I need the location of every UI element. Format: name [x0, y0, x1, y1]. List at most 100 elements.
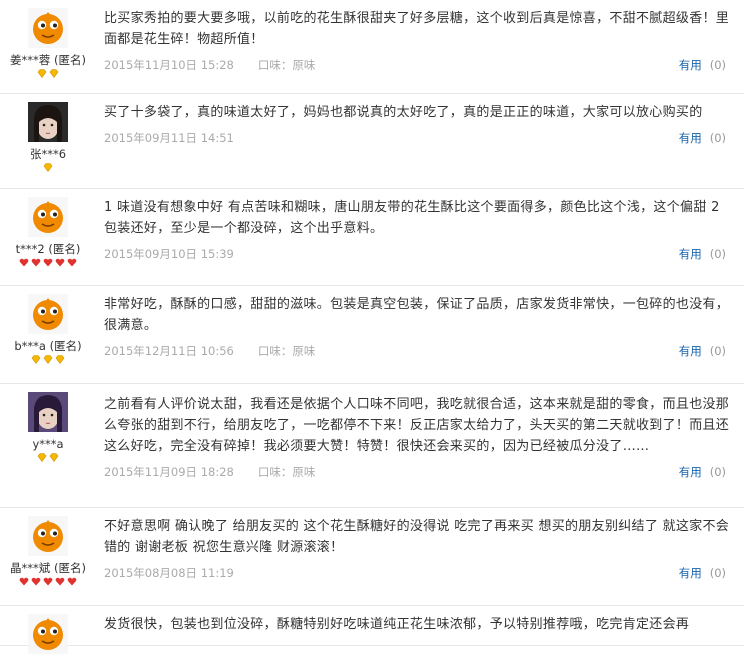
useful-count: (0): [709, 344, 726, 358]
review-date: 2015年11月10日 15:28: [104, 58, 234, 72]
review-content: 发货很快，包装也到位没碎，酥糖特别好吃味道纯正花生味浓郁，予以特别推荐哦，吃完肯…: [104, 614, 732, 635]
useful-count: (0): [709, 58, 726, 72]
avatar: [0, 392, 96, 432]
reviewer-level: [0, 659, 96, 669]
review-item: b***a (匿名) 非常好吃，酥酥的口感，甜甜的滋味。包装是真空包装，保证了品质…: [0, 286, 744, 384]
avatar: [0, 8, 96, 48]
reviewer-info: 晶***斌 (匿名): [0, 516, 96, 587]
review-item: 发货很快，包装也到位没碎，酥糖特别好吃味道纯正花生味浓郁，予以特别推荐哦，吃完肯…: [0, 606, 744, 654]
reviewer-level: [0, 163, 96, 173]
reviewer-name: 张***6: [29, 147, 67, 161]
useful-vote[interactable]: 有用 (0): [679, 464, 726, 480]
reviewer-level: [0, 453, 96, 463]
gold-diamond-icon: [49, 453, 59, 463]
gold-diamond-icon: [37, 453, 47, 463]
useful-button[interactable]: 有用: [679, 566, 702, 580]
review-flavor: 口味：原味: [257, 58, 316, 72]
useful-vote[interactable]: 有用 (0): [679, 343, 726, 359]
reviewer-info: 姜***蓉 (匿名): [0, 8, 96, 79]
review-date: 2015年09月10日 15:39: [104, 247, 234, 261]
review-date: 2015年12月11日 10:56: [104, 344, 234, 358]
gold-diamond-icon: [43, 355, 53, 365]
review-date: 2015年11月09日 18:28: [104, 465, 234, 479]
avatar: [0, 294, 96, 334]
reviewer-info: t***2 (匿名): [0, 197, 96, 268]
red-heart-icon: [67, 258, 77, 267]
useful-count: (0): [709, 465, 726, 479]
avatar: [0, 102, 96, 142]
review-item: 张***6 买了十多袋了，真的味道太好了，妈妈也都说真的太好吃了，真的是正正的味道…: [0, 94, 744, 189]
review-meta: 2015年08月08日 11:19 有用 (0): [104, 565, 732, 581]
review-meta: 2015年11月09日 18:28 口味：原味 有用 (0): [104, 464, 732, 480]
review-flavor: 口味：原味: [257, 465, 316, 479]
review-item: t***2 (匿名) 1 味道没有想象中好 有点苦味和糊味，唐山朋友带的花生酥比这…: [0, 189, 744, 286]
gold-diamond-icon: [37, 69, 47, 79]
review-meta: 2015年12月11日 10:56 口味：原味 有用 (0): [104, 343, 732, 359]
gold-diamond-icon: [55, 355, 65, 365]
useful-button[interactable]: 有用: [679, 344, 702, 358]
useful-button[interactable]: 有用: [679, 465, 702, 479]
review-meta: 2015年11月10日 15:28 口味：原味 有用 (0): [104, 57, 732, 73]
review-text: 比买家秀拍的要大要多哦，以前吃的花生酥很甜夹了好多层糖，这个收到后真是惊喜，不甜…: [104, 11, 730, 47]
review-date: 2015年08月08日 11:19: [104, 566, 234, 580]
review-meta: 2015年09月10日 15:39 有用 (0): [104, 246, 732, 262]
reviewer-name: b***a (匿名): [14, 339, 82, 353]
red-heart-icon: [67, 577, 77, 586]
reviewer-info: [0, 614, 96, 669]
useful-vote[interactable]: 有用 (0): [679, 565, 726, 581]
review-item: 晶***斌 (匿名) 不好意思啊 确认晚了 给朋友买的 这个花生酥糖好的没得说 吃…: [0, 508, 744, 606]
useful-vote[interactable]: 有用 (0): [679, 57, 726, 73]
review-text: 发货很快，包装也到位没碎，酥糖特别好吃味道纯正花生味浓郁，予以特别推荐哦，吃完肯…: [104, 617, 690, 632]
gold-diamond-icon: [31, 355, 41, 365]
reviewer-level: [0, 69, 96, 79]
review-content: 不好意思啊 确认晚了 给朋友买的 这个花生酥糖好的没得说 吃完了再来买 想买的朋…: [104, 516, 732, 581]
review-text: 不好意思啊 确认晚了 给朋友买的 这个花生酥糖好的没得说 吃完了再来买 想买的朋…: [104, 519, 730, 555]
red-heart-icon: [43, 258, 53, 267]
review-meta: 2015年09月11日 14:51 有用 (0): [104, 130, 732, 146]
red-heart-icon: [55, 577, 65, 586]
reviewer-name: t***2 (匿名): [15, 242, 81, 256]
review-content: 非常好吃，酥酥的口感，甜甜的滋味。包装是真空包装，保证了品质，店家发货非常快，一…: [104, 294, 732, 359]
reviewer-level: [0, 577, 96, 587]
reviewer-level: [0, 258, 96, 268]
avatar: [0, 614, 96, 654]
review-flavor: 口味：原味: [257, 344, 316, 358]
useful-button[interactable]: 有用: [679, 58, 702, 72]
red-heart-icon: [19, 258, 29, 267]
red-heart-icon: [43, 577, 53, 586]
review-item: 姜***蓉 (匿名) 比买家秀拍的要大要多哦，以前吃的花生酥很甜夹了好多层糖，这个…: [0, 0, 744, 94]
reviewer-info: y***a: [0, 392, 96, 463]
review-content: 买了十多袋了，真的味道太好了，妈妈也都说真的太好吃了，真的是正正的味道，大家可以…: [104, 102, 732, 146]
review-content: 1 味道没有想象中好 有点苦味和糊味，唐山朋友带的花生酥比这个要面得多，颜色比这…: [104, 197, 732, 262]
useful-button[interactable]: 有用: [679, 247, 702, 261]
gold-diamond-icon: [49, 69, 59, 79]
review-text: 1 味道没有想象中好 有点苦味和糊味，唐山朋友带的花生酥比这个要面得多，颜色比这…: [104, 200, 720, 236]
avatar: [0, 197, 96, 237]
red-heart-icon: [31, 577, 41, 586]
reviewer-level: [0, 355, 96, 365]
useful-button[interactable]: 有用: [679, 131, 702, 145]
avatar: [0, 516, 96, 556]
review-date: 2015年09月11日 14:51: [104, 131, 234, 145]
reviewer-name: 晶***斌 (匿名): [10, 561, 86, 575]
useful-count: (0): [709, 247, 726, 261]
reviewer-info: b***a (匿名): [0, 294, 96, 365]
red-heart-icon: [31, 258, 41, 267]
red-heart-icon: [19, 577, 29, 586]
review-item: y***a 之前看有人评价说太甜，我看还是依据个人口味不同吧，我吃就很合适，这本来…: [0, 384, 744, 508]
reviewer-name: 姜***蓉 (匿名): [10, 53, 86, 67]
reviewer-name: y***a: [32, 437, 64, 451]
review-list: 姜***蓉 (匿名) 比买家秀拍的要大要多哦，以前吃的花生酥很甜夹了好多层糖，这个…: [0, 0, 744, 654]
review-text: 之前看有人评价说太甜，我看还是依据个人口味不同吧，我吃就很合适，这本来就是甜的零…: [104, 397, 730, 454]
review-content: 比买家秀拍的要大要多哦，以前吃的花生酥很甜夹了好多层糖，这个收到后真是惊喜，不甜…: [104, 8, 732, 73]
review-text: 买了十多袋了，真的味道太好了，妈妈也都说真的太好吃了，真的是正正的味道，大家可以…: [104, 105, 703, 120]
review-text: 非常好吃，酥酥的口感，甜甜的滋味。包装是真空包装，保证了品质，店家发货非常快，一…: [104, 297, 730, 333]
reviewer-info: 张***6: [0, 102, 96, 173]
useful-vote[interactable]: 有用 (0): [679, 130, 726, 146]
gold-diamond-icon: [43, 163, 53, 173]
review-content: 之前看有人评价说太甜，我看还是依据个人口味不同吧，我吃就很合适，这本来就是甜的零…: [104, 394, 732, 480]
useful-count: (0): [709, 566, 726, 580]
useful-count: (0): [709, 131, 726, 145]
useful-vote[interactable]: 有用 (0): [679, 246, 726, 262]
red-heart-icon: [55, 258, 65, 267]
